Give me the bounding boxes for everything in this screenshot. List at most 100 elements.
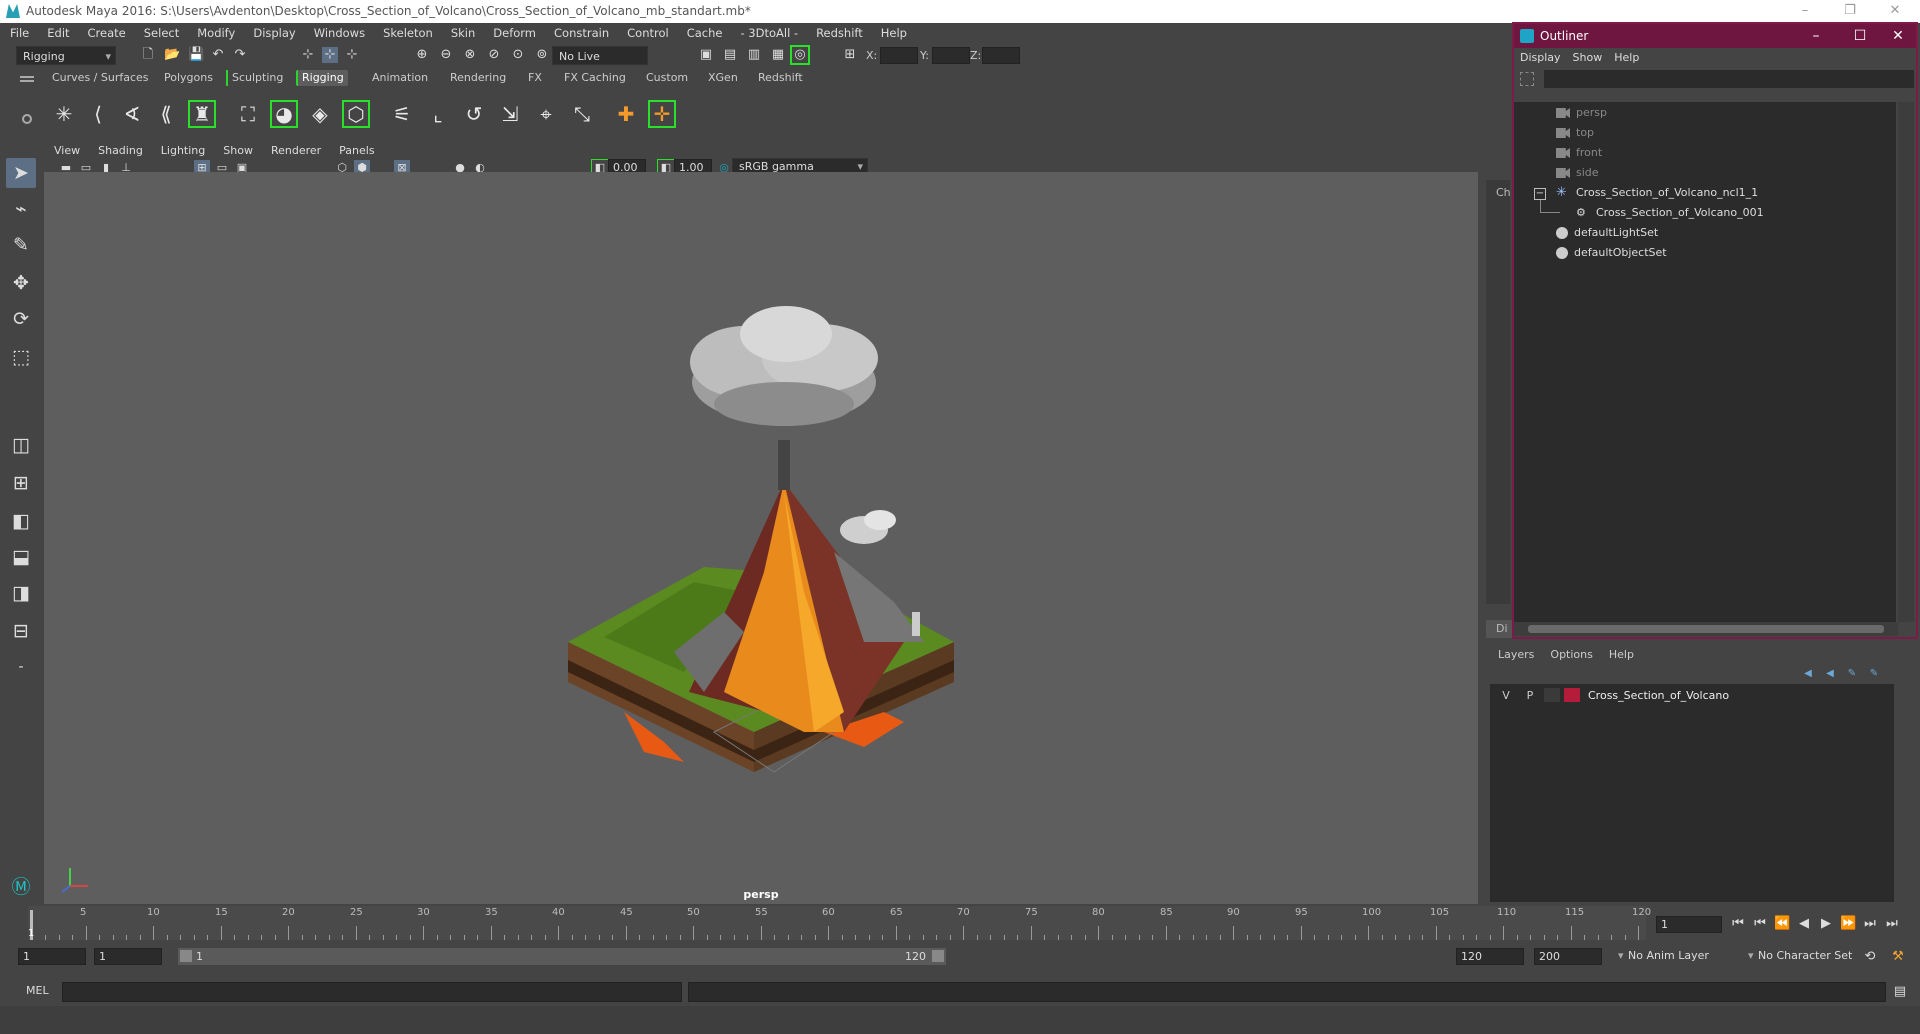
channel-box-tab[interactable]: Ch [1496,186,1511,199]
paint-select-icon[interactable]: ✎ [6,230,36,260]
layer-row[interactable]: V P Cross_Section_of_Volcano [1490,686,1894,704]
render-settings-icon[interactable]: ▥ [746,47,762,63]
snap-point-icon[interactable]: ⊗ [462,47,478,63]
outliner-item-volcano-mesh[interactable]: ⚙ Cross_Section_of_Volcano_001 [1576,204,1764,222]
animation-preferences-icon[interactable]: ⚒ [1890,949,1906,965]
step-back-key-icon[interactable]: ⏮ [1752,916,1768,932]
new-layer-selected-icon[interactable]: ✎ [1866,666,1882,682]
menu-control[interactable]: Control [627,26,669,40]
constraint-aim-icon[interactable]: ⌖ [532,100,560,128]
tab-curves-surfaces[interactable]: Curves / Surfaces [48,70,153,86]
tab-fx-caching[interactable]: FX Caching [560,70,630,86]
make-live-icon[interactable]: ⊚ [534,47,550,63]
skin-cluster-icon[interactable]: ⬡ [342,100,370,128]
menu-create[interactable]: Create [88,26,126,40]
shelf-options-icon[interactable] [22,114,32,124]
menu-modify[interactable]: Modify [197,26,235,40]
select-component-icon[interactable]: ⊹ [344,47,360,63]
select-tool-icon[interactable]: ➤ [6,158,36,188]
x-field[interactable] [880,47,918,64]
quick-rig-icon[interactable]: ♜ [188,100,216,128]
tab-rigging[interactable]: Rigging [296,70,348,86]
outliner-minimize-icon[interactable]: – [1796,24,1836,48]
vp-menu-lighting[interactable]: Lighting [161,144,205,157]
layer-color-swatch[interactable] [1564,688,1580,702]
minimize-icon[interactable]: – [1790,2,1820,20]
outliner-vertical-scrollbar[interactable] [1898,102,1914,622]
vp-menu-show[interactable]: Show [223,144,253,157]
script-language-label[interactable]: MEL [26,984,49,997]
outliner-filter-icon[interactable] [1520,72,1534,86]
menu-cache[interactable]: Cache [687,26,723,40]
joint-tool-icon[interactable]: ✳ [50,100,78,128]
go-to-end-icon[interactable]: ⏭ [1884,916,1900,932]
z-field[interactable] [982,47,1020,64]
outliner-menu-help[interactable]: Help [1614,48,1639,68]
menu-3dtoall[interactable]: - 3DtoAll - [740,26,798,40]
restore-icon[interactable]: ❐ [1835,2,1865,20]
snap-view-icon[interactable]: ⊘ [486,47,502,63]
two-pane-side-icon[interactable]: ◧ [6,506,36,536]
layer-type-toggle[interactable] [1544,688,1560,702]
menu-windows[interactable]: Windows [314,26,365,40]
playback-end-field[interactable]: 120 [1456,948,1524,965]
persp-viewport[interactable]: persp [44,172,1478,904]
live-surface-field[interactable]: No Live Surface [552,46,648,82]
tab-sculpting[interactable]: Sculpting [226,70,287,86]
step-back-frame-icon[interactable]: ⏪ [1774,916,1790,932]
tab-animation[interactable]: Animation [368,70,432,86]
constraint-parent-icon[interactable]: ⚟ [388,100,416,128]
select-hierarchy-icon[interactable]: ⊹ [300,47,316,63]
paint-weights-icon[interactable]: ◈ [306,100,334,128]
undo-icon[interactable]: ↶ [210,47,226,63]
snap-surface-icon[interactable]: ⊙ [510,47,526,63]
new-layer-icon[interactable]: ✎ [1844,666,1860,682]
lasso-tool-icon[interactable]: ⌁ [6,194,36,224]
start-time-field[interactable]: 1 [18,948,86,965]
redo-icon[interactable]: ↷ [232,47,248,63]
tab-custom[interactable]: Custom [642,70,692,86]
constraint-orient-icon[interactable]: ↺ [460,100,488,128]
display-tab[interactable]: Di [1496,622,1508,635]
scale-tool-icon[interactable]: ⬚ [6,342,36,372]
outliner-item-top[interactable]: top [1556,124,1594,142]
auto-key-icon[interactable]: ⟲ [1862,949,1878,965]
constraint-scale-icon[interactable]: ⇲ [496,100,524,128]
range-end-handle[interactable] [932,950,944,962]
tab-rendering[interactable]: Rendering [446,70,510,86]
menu-redshift[interactable]: Redshift [816,26,863,40]
menu-constrain[interactable]: Constrain [554,26,609,40]
menu-select[interactable]: Select [144,26,179,40]
shelf-menu-icon[interactable] [20,76,34,82]
character-set-dropdown[interactable]: No Character Set ▾ [1748,948,1876,965]
outliner-item-front[interactable]: front [1556,144,1602,162]
time-ruler[interactable]: 5 10 15 20 25 30 35 40 45 50 55 60 65 70 75 80 85 90 95 100… [28,906,1651,940]
layer-playback-toggle[interactable]: P [1520,689,1540,702]
outliner-item-default-light-set[interactable]: defaultLightSet [1556,224,1658,242]
outliner-menu-show[interactable]: Show [1573,48,1603,68]
toolbox-more-icon[interactable]: - [6,652,36,682]
vp-menu-shading[interactable]: Shading [98,144,143,157]
step-forward-key-icon[interactable]: ⏭ [1862,916,1878,932]
command-input[interactable] [62,982,682,1002]
outliner-item-side[interactable]: side [1556,164,1599,182]
cluster-icon[interactable]: ✛ [648,100,676,128]
move-tool-icon[interactable]: ✥ [6,268,36,298]
outliner-menu-display[interactable]: Display [1520,48,1561,68]
move-layer-down-icon[interactable]: ◀ [1822,666,1838,682]
snap-curve-icon[interactable]: ⊖ [438,47,454,63]
close-icon[interactable]: ✕ [1880,2,1910,20]
menu-help[interactable]: Help [881,26,907,40]
end-time-field[interactable]: 200 [1534,948,1602,965]
open-scene-icon[interactable]: 📂 [164,47,180,63]
tab-polygons[interactable]: Polygons [160,70,217,86]
outliner-search-input[interactable] [1544,70,1914,88]
menu-skin[interactable]: Skin [451,26,475,40]
transform-mode-icon[interactable]: ⊞ [842,47,858,63]
range-slider-bar[interactable]: 1 120 [178,948,946,965]
hypershade-icon[interactable]: ▦ [770,47,786,63]
smooth-bind-icon[interactable]: ◕ [270,100,298,128]
four-pane-icon[interactable]: ⊞ [6,468,36,498]
constraint-pole-icon[interactable]: ⤡ [568,100,596,128]
layer-menu-layers[interactable]: Layers [1498,648,1534,661]
